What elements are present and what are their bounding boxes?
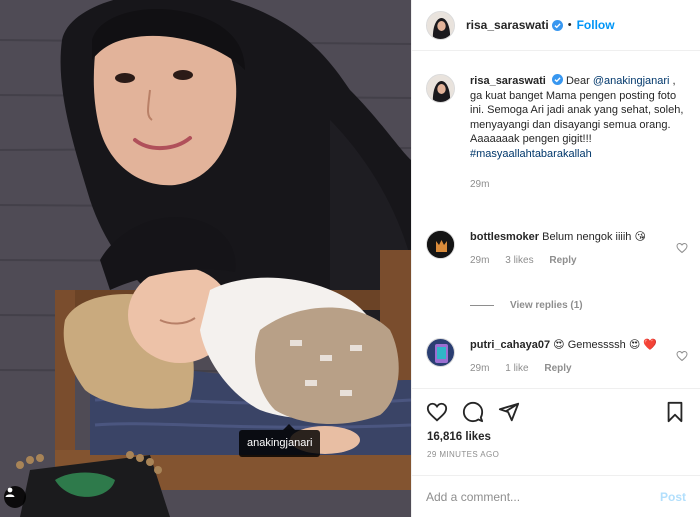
comment-body: 😍 Gemessssh 😍 ❤️	[553, 339, 658, 351]
comment-meta: 29m 1 like Reply	[470, 363, 688, 374]
comment-avatar-image	[427, 231, 454, 258]
author-avatar-image	[427, 11, 454, 39]
caption-text: risa_saraswati Dear @anakingjanari , ga …	[470, 74, 688, 162]
comment-reply-button[interactable]: Reply	[549, 255, 576, 266]
post-timestamp[interactable]: 29 MINUTES AGO	[412, 450, 700, 459]
caption-username[interactable]: risa_saraswati	[470, 75, 546, 87]
comment-time[interactable]: 29m	[470, 255, 489, 266]
post-side-panel: risa_saraswati • Follow risa_saraswati D…	[411, 0, 700, 517]
save-icon[interactable]	[664, 401, 686, 423]
post-header: risa_saraswati • Follow	[412, 0, 700, 51]
caption-mention-link[interactable]: @anakingjanari	[593, 75, 670, 87]
comment-time[interactable]: 29m	[470, 363, 489, 374]
comment-avatar[interactable]	[426, 338, 455, 367]
comment-meta: 29m 3 likes Reply	[470, 255, 688, 266]
comment-icon[interactable]	[462, 401, 484, 423]
comment-text: putri_cahaya07 😍 Gemessssh 😍 ❤️	[470, 338, 688, 353]
comments-list[interactable]: risa_saraswati Dear @anakingjanari , ga …	[412, 52, 700, 387]
post-actions: 16,816 likes 29 MINUTES AGO Add a commen…	[412, 388, 700, 517]
post-photo[interactable]: anakingjanari	[0, 0, 411, 517]
header-separator: •	[567, 19, 572, 31]
action-icons-row	[412, 389, 700, 425]
caption-avatar-image	[427, 75, 454, 102]
likes-count[interactable]: 16,816 likes	[412, 431, 700, 443]
comment-text: bottlesmoker Belum nengok iiiih 😘	[470, 230, 688, 245]
heart-icon[interactable]	[676, 242, 688, 254]
heart-icon[interactable]	[426, 401, 448, 423]
verified-badge-icon	[551, 19, 563, 31]
view-replies-button[interactable]: View replies (1)	[470, 300, 583, 311]
comment-reply-button[interactable]: Reply	[544, 363, 571, 374]
comment-item: putri_cahaya07 😍 Gemessssh 😍 ❤️ 29m 1 li…	[426, 338, 688, 374]
user-tag-label[interactable]: anakingjanari	[239, 424, 321, 457]
caption-hashtag-link[interactable]: #masyaallahtabarakallah	[470, 148, 592, 160]
author-avatar[interactable]	[426, 10, 455, 40]
caption-meta: 29m	[470, 179, 688, 190]
comment-likes[interactable]: 3 likes	[505, 255, 533, 266]
caption-text-1: Dear	[565, 75, 590, 87]
user-tag-icon[interactable]	[4, 486, 26, 508]
add-comment-input[interactable]: Add a comment...	[426, 490, 520, 504]
user-tag-glyph	[5, 487, 15, 497]
comment-body: Belum nengok iiiih 😘	[542, 231, 646, 243]
author-username[interactable]: risa_saraswati	[466, 18, 549, 32]
comment-avatar[interactable]	[426, 230, 455, 259]
follow-button[interactable]: Follow	[577, 18, 615, 32]
caption-avatar[interactable]	[426, 74, 455, 103]
photo-illustration	[0, 0, 411, 517]
heart-icon[interactable]	[676, 350, 688, 362]
comment-item: bottlesmoker Belum nengok iiiih 😘 29m 3 …	[426, 230, 688, 266]
comment-likes[interactable]: 1 like	[505, 363, 528, 374]
caption-entry: risa_saraswati Dear @anakingjanari , ga …	[426, 74, 688, 190]
share-icon[interactable]	[498, 401, 520, 423]
caption-time[interactable]: 29m	[470, 179, 489, 190]
comment-avatar-image	[427, 339, 454, 366]
comment-username[interactable]: putri_cahaya07	[470, 339, 550, 351]
comment-username[interactable]: bottlesmoker	[470, 231, 539, 243]
add-comment-bar: Add a comment... Post	[412, 475, 700, 517]
post-comment-button[interactable]: Post	[660, 490, 686, 504]
caption-verified-icon	[551, 74, 563, 85]
